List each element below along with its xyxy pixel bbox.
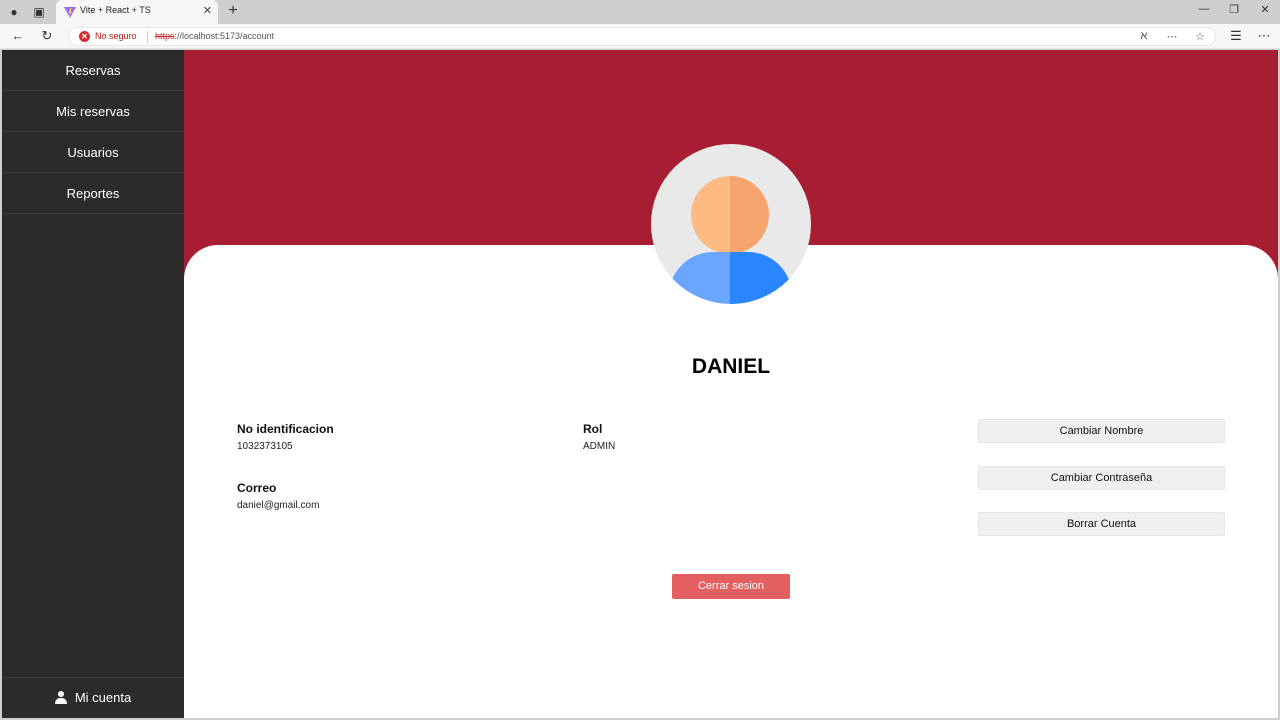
sidebar: Reservas Mis reservas Usuarios Reportes … [2,50,184,718]
restore-icon[interactable]: ❐ [1224,3,1244,16]
vite-favicon-icon [64,7,76,18]
favorites-icon[interactable]: ☰ [1228,28,1244,44]
profile-icon[interactable]: ● [6,4,22,20]
profile-name: DANIEL [691,355,771,378]
url-separator [147,31,148,43]
tab-close-icon[interactable]: ✕ [203,4,212,17]
account-page: DANIEL No identificacion 1032373105 Rol … [184,50,1278,718]
favorite-star-icon[interactable]: ☆ [1193,30,1207,43]
sidebar-item-usuarios[interactable]: Usuarios [2,132,184,173]
back-icon[interactable]: ← [10,28,26,44]
sidebar-item-mi-cuenta[interactable]: Mi cuenta [2,677,184,718]
app-window: Reservas Mis reservas Usuarios Reportes … [2,50,1278,718]
url-path: ://localhost:5173/account [174,31,275,41]
close-window-icon[interactable]: ✕ [1255,3,1275,16]
new-tab-icon[interactable]: + [224,2,242,20]
tab-title: Vite + React + TS [80,5,151,15]
account-label: Mi cuenta [74,690,132,705]
role-label: Rol [583,422,603,436]
sidebar-item-mis-reservas[interactable]: Mis reservas [2,91,184,132]
reload-icon[interactable]: ↻ [39,28,55,44]
app-available-icon[interactable]: ⋯ [1165,30,1179,43]
browser-tab[interactable]: Vite + React + TS ✕ [56,0,218,24]
sidebar-item-reportes[interactable]: Reportes [2,173,184,214]
email-value: daniel@gmail.com [237,500,320,511]
change-name-button[interactable]: Cambiar Nombre [978,419,1225,443]
address-bar[interactable]: ✕ No seguro https://localhost:5173/accou… [68,27,1216,46]
browser-tab-bar: ● ▣ Vite + React + TS ✕ + — ❐ ✕ [0,0,1280,24]
avatar [651,144,811,304]
change-password-button[interactable]: Cambiar Contraseña [978,466,1225,490]
user-icon [54,691,67,704]
role-value: ADMIN [583,441,616,452]
url-scheme: https [155,31,175,41]
logout-button[interactable]: Cerrar sesion [672,574,790,599]
id-label: No identificacion [237,422,334,436]
tab-actions-icon[interactable]: ▣ [31,4,47,20]
minimize-icon[interactable]: — [1194,3,1214,15]
url-text[interactable]: https://localhost:5173/account [155,31,274,41]
more-menu-icon[interactable]: ⋯ [1256,28,1272,44]
read-aloud-icon[interactable]: א [1137,30,1151,42]
browser-toolbar: ← ↻ ✕ No seguro https://localhost:5173/a… [0,24,1280,49]
delete-account-button[interactable]: Borrar Cuenta [978,512,1225,536]
sidebar-item-reservas[interactable]: Reservas [2,50,184,91]
insecure-label[interactable]: No seguro [95,31,137,41]
email-label: Correo [237,481,277,495]
id-value: 1032373105 [237,441,293,452]
insecure-icon[interactable]: ✕ [79,31,90,42]
